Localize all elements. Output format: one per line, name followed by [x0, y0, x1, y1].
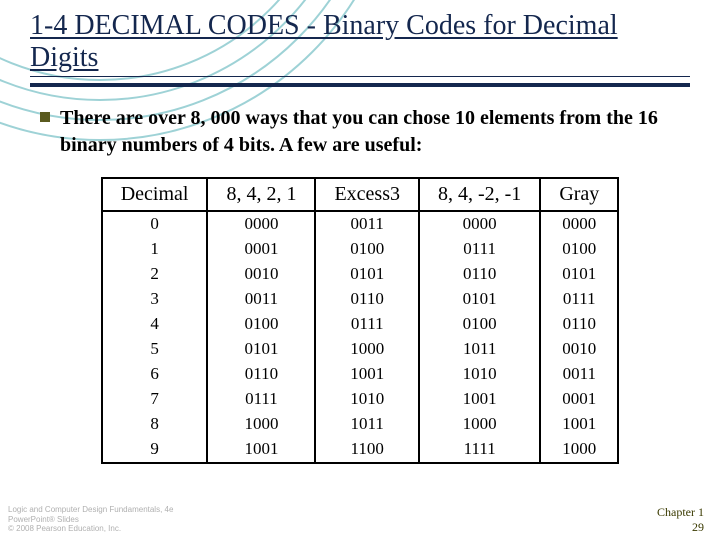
col-8421: 8, 4, 2, 1: [207, 178, 315, 211]
footer-copyright: Logic and Computer Design Fundamentals, …: [8, 505, 173, 534]
table-cell: 4: [102, 312, 208, 337]
col-84-2-1: 8, 4, -2, -1: [419, 178, 540, 211]
table-cell: 9: [102, 437, 208, 463]
table-cell: 0111: [419, 237, 540, 262]
table-row: 70111101010010001: [102, 387, 619, 412]
table-cell: 0111: [540, 287, 618, 312]
table-row: 20010010101100101: [102, 262, 619, 287]
table-cell: 0100: [419, 312, 540, 337]
table-header-row: Decimal 8, 4, 2, 1 Excess3 8, 4, -2, -1 …: [102, 178, 619, 211]
col-gray: Gray: [540, 178, 618, 211]
table-cell: 0011: [315, 211, 419, 237]
table-cell: 0101: [207, 337, 315, 362]
table-cell: 1011: [419, 337, 540, 362]
table-cell: 1000: [419, 412, 540, 437]
table-cell: 0: [102, 211, 208, 237]
table-cell: 0101: [315, 262, 419, 287]
footer-line3: © 2008 Pearson Education, Inc.: [8, 524, 173, 534]
table-cell: 1000: [207, 412, 315, 437]
footer-line1: Logic and Computer Design Fundamentals, …: [8, 505, 173, 515]
table-cell: 0010: [207, 262, 315, 287]
table-cell: 1: [102, 237, 208, 262]
table-cell: 2: [102, 262, 208, 287]
table-cell: 1010: [315, 387, 419, 412]
footer-chapter: Chapter 1: [657, 505, 704, 519]
table-cell: 0101: [419, 287, 540, 312]
table-row: 81000101110001001: [102, 412, 619, 437]
table-cell: 1011: [315, 412, 419, 437]
table-cell: 5: [102, 337, 208, 362]
table-row: 00000001100000000: [102, 211, 619, 237]
table-cell: 0111: [207, 387, 315, 412]
table-cell: 0011: [207, 287, 315, 312]
table-cell: 0110: [540, 312, 618, 337]
table-cell: 0110: [315, 287, 419, 312]
table-cell: 0110: [207, 362, 315, 387]
table-cell: 0000: [540, 211, 618, 237]
table-cell: 0111: [315, 312, 419, 337]
table-row: 30011011001010111: [102, 287, 619, 312]
table-cell: 1000: [315, 337, 419, 362]
title-rule: [30, 83, 690, 87]
table-row: 91001110011111000: [102, 437, 619, 463]
slide-title: 1-4 DECIMAL CODES - Binary Codes for Dec…: [30, 10, 690, 77]
table-cell: 1111: [419, 437, 540, 463]
col-excess3: Excess3: [315, 178, 419, 211]
table-cell: 3: [102, 287, 208, 312]
codes-table: Decimal 8, 4, 2, 1 Excess3 8, 4, -2, -1 …: [101, 177, 620, 463]
table-cell: 6: [102, 362, 208, 387]
table-cell: 0000: [419, 211, 540, 237]
table-cell: 1001: [540, 412, 618, 437]
table-cell: 0000: [207, 211, 315, 237]
table-cell: 7: [102, 387, 208, 412]
table-cell: 1000: [540, 437, 618, 463]
bullet-square-icon: [40, 112, 50, 122]
table-cell: 0010: [540, 337, 618, 362]
bullet-text: There are over 8, 000 ways that you can …: [60, 105, 680, 159]
table-cell: 0101: [540, 262, 618, 287]
table-cell: 0100: [207, 312, 315, 337]
table-cell: 1010: [419, 362, 540, 387]
table-cell: 1100: [315, 437, 419, 463]
table-cell: 0110: [419, 262, 540, 287]
table-cell: 1001: [207, 437, 315, 463]
footer-line2: PowerPoint® Slides: [8, 515, 173, 525]
table-cell: 8: [102, 412, 208, 437]
table-row: 40100011101000110: [102, 312, 619, 337]
table-row: 60110100110100011: [102, 362, 619, 387]
footer-page: 29: [657, 520, 704, 534]
table-cell: 0001: [207, 237, 315, 262]
table-row: 10001010001110100: [102, 237, 619, 262]
table-cell: 1001: [419, 387, 540, 412]
footer-pager: Chapter 1 29: [657, 505, 704, 534]
table-cell: 0011: [540, 362, 618, 387]
bullet-item: There are over 8, 000 ways that you can …: [40, 105, 680, 159]
table-row: 50101100010110010: [102, 337, 619, 362]
table-cell: 0100: [540, 237, 618, 262]
col-decimal: Decimal: [102, 178, 208, 211]
table-cell: 0001: [540, 387, 618, 412]
table-cell: 0100: [315, 237, 419, 262]
table-cell: 1001: [315, 362, 419, 387]
